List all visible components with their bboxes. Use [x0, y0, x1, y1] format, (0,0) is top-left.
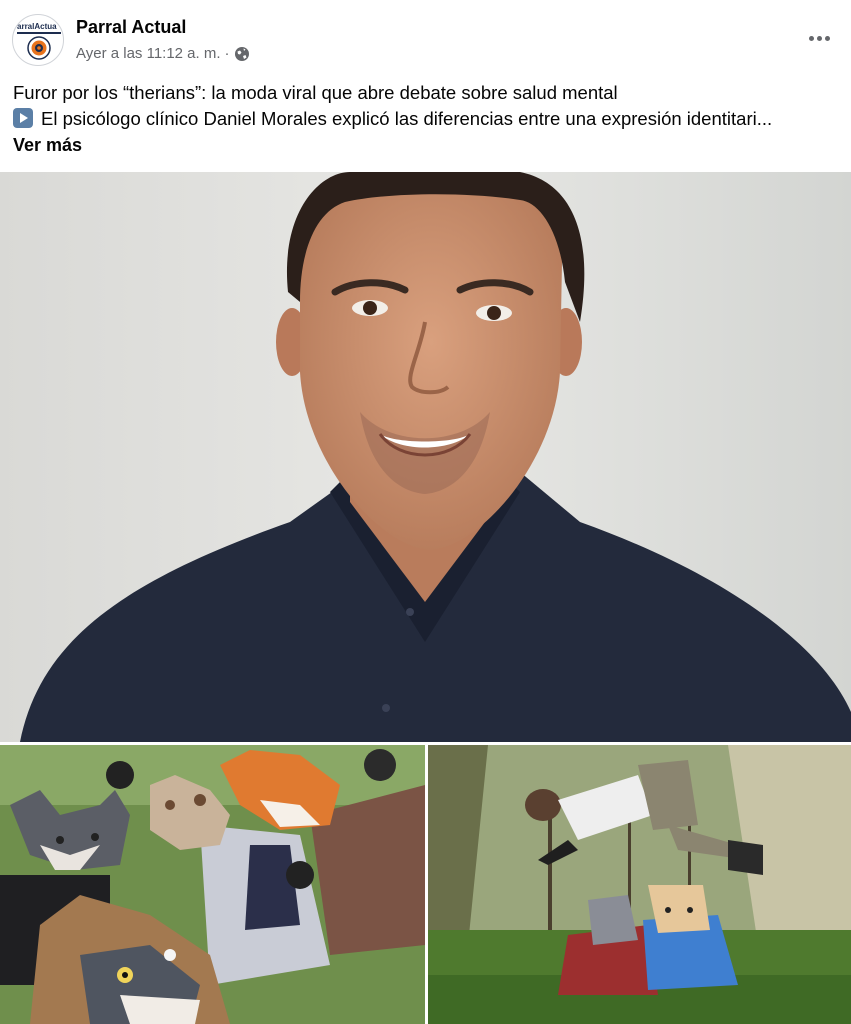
post-headline: Furor por los “therians”: la moda viral … [13, 82, 618, 103]
post-header: arralActua Parral Actual Ayer a las 11:1… [0, 0, 851, 76]
meta-separator: · [224, 45, 230, 62]
more-options-button[interactable] [803, 24, 835, 52]
main-photo[interactable] [0, 172, 851, 742]
post-body: El psicólogo clínico Daniel Morales expl… [41, 108, 773, 129]
globe-icon[interactable] [234, 46, 250, 62]
see-more-link[interactable]: Ver más [13, 132, 838, 158]
post-message: Furor por los “therians”: la moda viral … [13, 80, 838, 158]
post-body-line: El psicólogo clínico Daniel Morales expl… [13, 106, 838, 132]
post-meta: Ayer a las 11:12 a. m. · [76, 45, 250, 62]
more-dots-icon [808, 35, 814, 41]
play-button-icon [13, 108, 33, 128]
page-avatar[interactable]: arralActua [12, 14, 64, 66]
jump-photo[interactable] [428, 745, 851, 1024]
post-timestamp[interactable]: Ayer a las 11:12 a. m. [76, 45, 221, 62]
masks-group-photo[interactable] [0, 745, 425, 1024]
avatar-logo-text: arralActua [17, 22, 57, 31]
page-name-link[interactable]: Parral Actual [76, 17, 186, 38]
